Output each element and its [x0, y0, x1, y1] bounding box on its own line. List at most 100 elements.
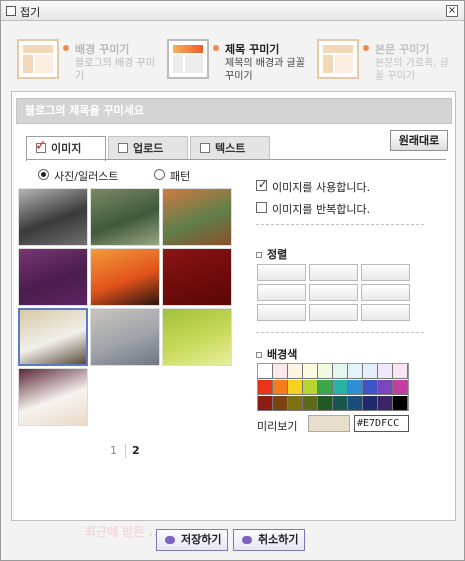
reset-button[interactable]: 원래대로 — [390, 130, 448, 151]
color-swatch[interactable] — [333, 380, 348, 395]
align-section-title: 정렬 — [256, 246, 287, 262]
mode-body[interactable]: 본문 꾸미기 본문의 가로폭, 글꼴 꾸미기 — [311, 33, 456, 89]
color-swatch[interactable] — [258, 380, 273, 395]
color-swatch[interactable] — [393, 380, 408, 395]
mode-desc: 제목의 배경과 글꼴 꾸미기 — [225, 58, 305, 82]
thumbnail[interactable] — [18, 248, 88, 306]
thumbnail[interactable] — [18, 368, 88, 426]
mode-title: 제목 꾸미기 — [225, 43, 280, 56]
color-swatch[interactable] — [378, 380, 393, 395]
tab-bar: ✓ 이미지 업로드 텍스트 — [26, 136, 446, 161]
color-swatch[interactable] — [303, 364, 318, 379]
align-top-left[interactable] — [257, 264, 306, 281]
page-link[interactable]: 1 — [110, 444, 117, 457]
align-bottom-left[interactable] — [257, 304, 306, 321]
tab-label: 이미지 — [51, 142, 82, 155]
thumbnail-selected[interactable] — [18, 308, 88, 366]
thumbnail[interactable] — [162, 188, 232, 246]
align-middle-right[interactable] — [361, 284, 410, 301]
mode-selector: 배경 꾸미기 블로그의 배경 꾸미기 제목 꾸미기 제목의 배경과 글꼴 꾸미기… — [11, 33, 456, 89]
pointer-dot — [63, 45, 69, 51]
preview-swatch — [308, 415, 350, 432]
checkbox-box — [256, 202, 267, 213]
color-swatch[interactable] — [273, 396, 288, 411]
color-swatch[interactable] — [303, 396, 318, 411]
color-swatch[interactable] — [378, 364, 393, 379]
align-top-right[interactable] — [361, 264, 410, 281]
tab-label: 업로드 — [133, 142, 164, 155]
tab-image[interactable]: ✓ 이미지 — [26, 136, 106, 161]
panel-title: 블로그의 제목을 꾸미세요 — [16, 98, 452, 124]
bullet-icon — [256, 352, 262, 358]
pointer-dot — [363, 45, 369, 51]
thumbnail[interactable] — [90, 248, 160, 306]
color-swatch[interactable] — [273, 380, 288, 395]
color-swatch[interactable] — [333, 396, 348, 411]
tab-upload[interactable]: 업로드 — [108, 136, 188, 160]
radio-dot — [154, 169, 165, 180]
color-swatch[interactable] — [348, 364, 363, 379]
speech-bubble-icon — [165, 536, 175, 544]
collapse-icon[interactable] — [6, 6, 16, 16]
tab-underline — [26, 159, 446, 160]
mode-desc: 블로그의 배경 꾸미기 — [75, 58, 155, 82]
background-text: 최근에 받은 ... — [85, 525, 163, 539]
color-swatch[interactable] — [393, 364, 408, 379]
thumbnail[interactable] — [90, 188, 160, 246]
align-middle-center[interactable] — [309, 284, 358, 301]
color-swatch[interactable] — [378, 396, 393, 411]
color-swatch[interactable] — [288, 380, 303, 395]
color-swatch[interactable] — [288, 396, 303, 411]
mode-desc: 본문의 가로폭, 글꼴 꾸미기 — [375, 58, 449, 82]
color-swatch[interactable] — [363, 364, 378, 379]
color-swatch[interactable] — [273, 364, 288, 379]
checkbox-box: ✓ — [256, 178, 268, 191]
page-current[interactable]: 2 — [132, 444, 140, 457]
hex-color-input[interactable]: #E7DFCC — [354, 415, 409, 432]
checkmark-icon: ✓ — [35, 138, 47, 154]
mode-title-deco[interactable]: 제목 꾸미기 제목의 배경과 글꼴 꾸미기 — [161, 33, 311, 89]
tab-checkbox — [118, 143, 128, 153]
color-swatch[interactable] — [288, 364, 303, 379]
settings-panel: 블로그의 제목을 꾸미세요 ✓ 이미지 업로드 텍스트 원래대로 사진/일러스트 — [11, 91, 456, 521]
color-swatch[interactable] — [303, 380, 318, 395]
save-button[interactable]: 저장하기 — [156, 529, 228, 551]
align-grid — [257, 264, 413, 322]
color-swatch[interactable] — [333, 364, 348, 379]
close-icon[interactable]: × — [446, 5, 458, 17]
color-swatch[interactable] — [348, 380, 363, 395]
tab-text[interactable]: 텍스트 — [190, 136, 270, 160]
mode-background[interactable]: 배경 꾸미기 블로그의 배경 꾸미기 — [11, 33, 161, 89]
color-swatch[interactable] — [258, 396, 273, 411]
align-middle-left[interactable] — [257, 284, 306, 301]
checkbox-label: 이미지를 사용합니다. — [272, 181, 371, 194]
color-swatch[interactable] — [348, 396, 363, 411]
mode-title: 본문 꾸미기 — [375, 43, 430, 56]
thumbnail[interactable] — [90, 308, 160, 366]
radio-dot — [38, 169, 49, 180]
color-swatch[interactable] — [363, 396, 378, 411]
divider — [256, 332, 424, 333]
title-mode-icon — [167, 39, 209, 79]
color-swatch[interactable] — [258, 364, 273, 379]
color-palette — [257, 363, 409, 411]
color-swatch[interactable] — [363, 380, 378, 395]
color-swatch[interactable] — [318, 380, 333, 395]
align-bottom-center[interactable] — [309, 304, 358, 321]
bullet-icon — [256, 252, 262, 258]
color-swatch[interactable] — [318, 364, 333, 379]
page-separator — [125, 444, 126, 458]
thumbnail[interactable] — [162, 308, 232, 366]
align-bottom-right[interactable] — [361, 304, 410, 321]
thumbnail[interactable] — [162, 248, 232, 306]
radio-label: 패턴 — [170, 170, 191, 183]
align-top-center[interactable] — [309, 264, 358, 281]
thumbnail[interactable] — [18, 188, 88, 246]
color-swatch[interactable] — [393, 396, 408, 411]
background-mode-icon — [17, 39, 59, 79]
title-bar: 접기 × — [1, 1, 464, 21]
color-swatch[interactable] — [318, 396, 333, 411]
cancel-button[interactable]: 취소하기 — [233, 529, 305, 551]
tab-checkbox — [200, 143, 210, 153]
speech-bubble-icon — [242, 536, 252, 544]
